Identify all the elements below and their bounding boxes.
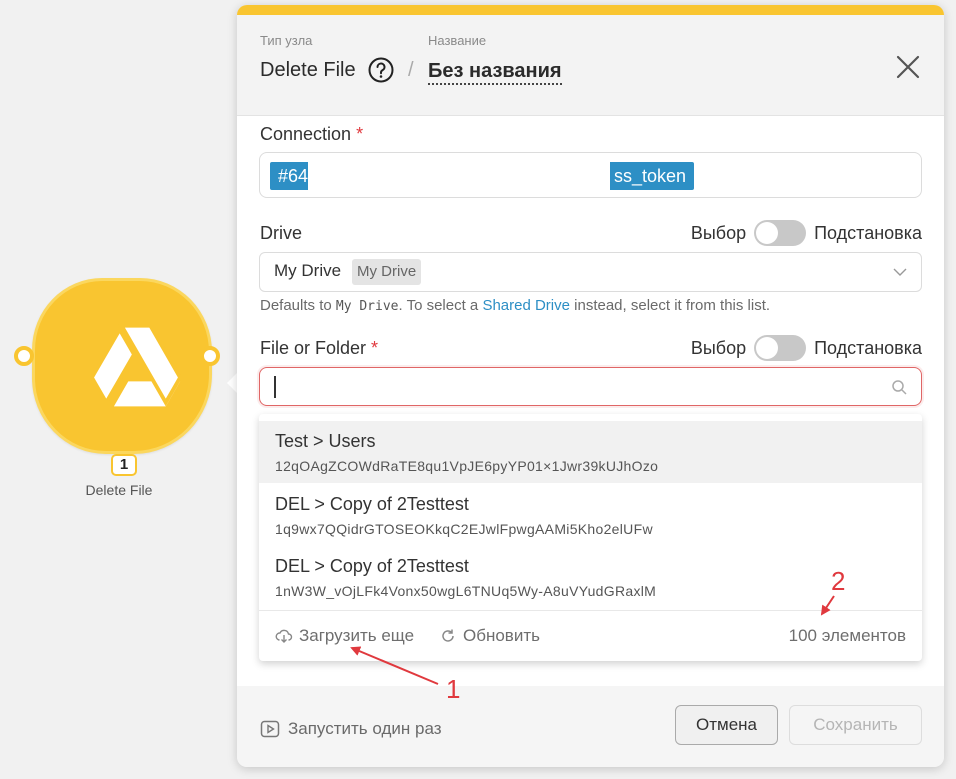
annotation-number-1: 1 [446,674,461,704]
list-item-id: 12qOAgZCOWdRaTE8qu1VpJE6pyYP01×1Jwr39kUJ… [275,458,659,474]
list-item-id: 1nW3W_vOjLFk4Vonx50wgL6TNUq5Wy-A8uVYudGR… [275,583,657,599]
list-item[interactable]: Test > Users 12qOAgZCOWdRaTE8qu1VpJE6pyY… [259,421,922,483]
drive-toggle-right-label: Подстановка [814,222,922,243]
help-icon[interactable] [368,57,394,83]
node-name-caption: Название [428,33,487,48]
play-icon [260,720,280,738]
redacted-area [308,159,608,193]
connection-label: Connection * [260,124,364,144]
text-caret [274,376,276,398]
google-drive-icon [89,323,183,407]
drive-hint: Defaults to My Drive. To select a Shared… [260,297,771,314]
node-settings-modal: Тип узла Название Delete File / Без назв… [237,5,944,767]
node-label: Delete File [85,482,153,498]
close-icon[interactable] [894,53,922,81]
annotation-number-2: 2 [831,566,846,596]
node-input-port[interactable] [14,346,34,366]
cancel-button[interactable]: Отмена [675,705,778,745]
refresh-icon [442,629,454,642]
cloud-download-icon [275,629,293,643]
list-item-id: 1q9wx7QQidrGTOSEOKkqC2EJwlFpwgAAMi5Kho2e… [275,521,653,537]
connection-tag-end[interactable]: ss_token [610,162,695,190]
file-search-input[interactable] [259,367,922,406]
items-count: 100 элементов [788,626,906,645]
load-more-button[interactable]: Загрузить еще [275,626,414,646]
drive-mode-toggle[interactable] [754,220,807,246]
search-icon [892,380,907,395]
modal-header: Тип узла Название Delete File / Без назв… [237,15,944,116]
file-label: File or Folder * [260,338,379,358]
file-toggle-left-label: Выбор [690,337,747,358]
list-item-title: DEL > Copy of 2Testtest [275,494,469,514]
file-mode-toggle[interactable] [754,335,807,361]
list-item[interactable]: DEL > Copy of 2Testtest 1nW3W_vOjLFk4Von… [259,546,922,608]
dropdown-footer: Загрузить еще Обновить 100 элементов [259,610,922,661]
chevron-down-icon [893,268,907,276]
run-once-button[interactable]: Запустить один раз [260,719,442,739]
save-button[interactable]: Сохранить [789,705,922,745]
list-item-title: DEL > Copy of 2Testtest [275,556,469,576]
node-type-caption: Тип узла [260,33,313,48]
list-item[interactable]: DEL > Copy of 2Testtest 1q9wx7QQidrGTOSE… [259,484,922,546]
file-toggle-right-label: Подстановка [814,337,922,358]
drive-select-value: My Drive [274,261,342,280]
node-type-value: Delete File [260,59,356,81]
refresh-button[interactable]: Обновить [439,626,540,646]
scenario-node[interactable]: 1 Delete File [14,278,220,498]
modal-body: Connection * #64 ss_token Drive Выбор По… [237,116,944,686]
header-separator: / [408,59,414,81]
node-name-field[interactable]: Без названия [428,59,562,85]
modal-footer: Запустить один раз Отмена Сохранить [237,686,944,767]
drive-select-badge: My Drive [352,259,422,285]
modal-accent-bar [237,5,944,15]
file-dropdown: Test > Users 12qOAgZCOWdRaTE8qu1VpJE6pyY… [259,414,922,661]
drive-select[interactable]: My Drive My Drive [259,252,922,292]
list-item-title: Test > Users [275,431,376,451]
shared-drive-link[interactable]: Shared Drive [482,297,570,314]
drive-label: Drive [260,223,303,243]
drive-mode-toggle-group: Выбор Подстановка [691,220,922,246]
node-number-badge: 1 [111,454,137,476]
node-body[interactable] [32,278,212,454]
node-output-port[interactable] [200,346,220,366]
file-mode-toggle-group: Выбор Подстановка [691,335,922,361]
drive-toggle-left-label: Выбор [690,222,747,243]
connection-field[interactable]: #64 ss_token [259,152,922,198]
